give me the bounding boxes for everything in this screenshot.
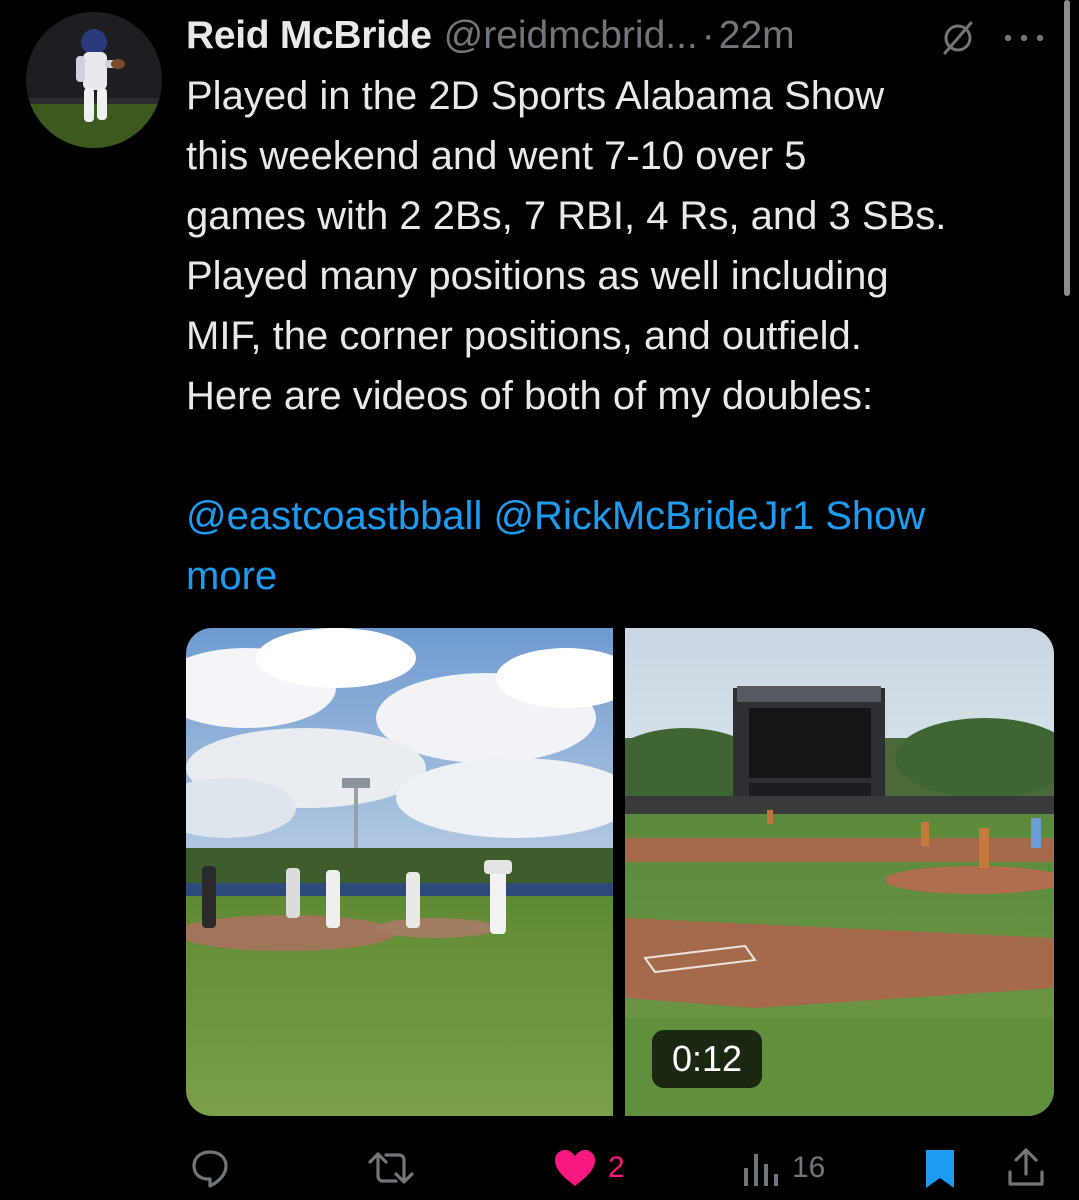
show-more-link-continued[interactable]: more — [186, 554, 277, 598]
views-button[interactable]: 16 — [738, 1140, 825, 1196]
tweet-text-line: this weekend and went 7-10 over 5 — [186, 134, 807, 178]
bookmark-icon — [926, 1150, 954, 1188]
tweet-text-line: games with 2 2Bs, 7 RBI, 4 Rs, and 3 SBs… — [186, 194, 947, 238]
tweet-header: Reid McBride @reidmcbrid... · 22m — [186, 10, 795, 62]
tweet-text-line: Played many positions as well including — [186, 254, 889, 298]
share-icon — [1008, 1148, 1044, 1186]
header-separator: · — [701, 14, 715, 57]
video-duration-badge: 0:12 — [652, 1030, 762, 1088]
author-handle[interactable]: @reidmcbrid... — [444, 14, 698, 58]
tweet-time[interactable]: 22m — [719, 14, 795, 58]
like-count: 2 — [608, 1151, 625, 1184]
reply-button[interactable] — [188, 1140, 232, 1196]
tweet-actions: 2 16 — [0, 1140, 1079, 1196]
reply-icon — [192, 1150, 228, 1188]
share-button[interactable] — [1004, 1140, 1048, 1196]
heart-icon — [555, 1150, 595, 1186]
tweet-mentions: @eastcoastbball @RickMcBrideJr1 Show mor… — [186, 486, 1056, 606]
retweet-icon — [368, 1152, 414, 1184]
author-name[interactable]: Reid McBride — [186, 14, 432, 58]
retweet-button[interactable] — [366, 1140, 416, 1196]
muted-conversation-icon — [943, 21, 973, 55]
tweet[interactable]: Reid McBride @reidmcbrid... · 22m Played… — [0, 0, 1079, 1200]
mention-link-rickmcbridejr1[interactable]: @RickMcBrideJr1 — [493, 494, 814, 538]
avatar-image — [26, 12, 162, 148]
more-options-icon[interactable] — [996, 18, 1052, 58]
scrollbar[interactable] — [1064, 0, 1070, 296]
tweet-text-line: Played in the 2D Sports Alabama Show — [186, 74, 885, 118]
baseball-field-image-left — [186, 628, 613, 1116]
show-more-link[interactable]: Show — [825, 494, 925, 538]
tweet-text-line: MIF, the corner positions, and outfield. — [186, 314, 862, 358]
like-button[interactable]: 2 — [552, 1140, 625, 1196]
views-icon — [744, 1154, 778, 1186]
avatar[interactable] — [26, 12, 162, 148]
video-thumbnail-left[interactable] — [186, 628, 613, 1116]
tweet-text-line: Here are videos of both of my doubles: — [186, 374, 874, 418]
tweet-text: Played in the 2D Sports Alabama Show thi… — [186, 66, 1056, 426]
mention-link-eastcoastbball[interactable]: @eastcoastbball — [186, 494, 482, 538]
views-count: 16 — [792, 1151, 826, 1184]
media-grid[interactable] — [186, 628, 1054, 1116]
bookmark-button[interactable] — [920, 1140, 960, 1196]
